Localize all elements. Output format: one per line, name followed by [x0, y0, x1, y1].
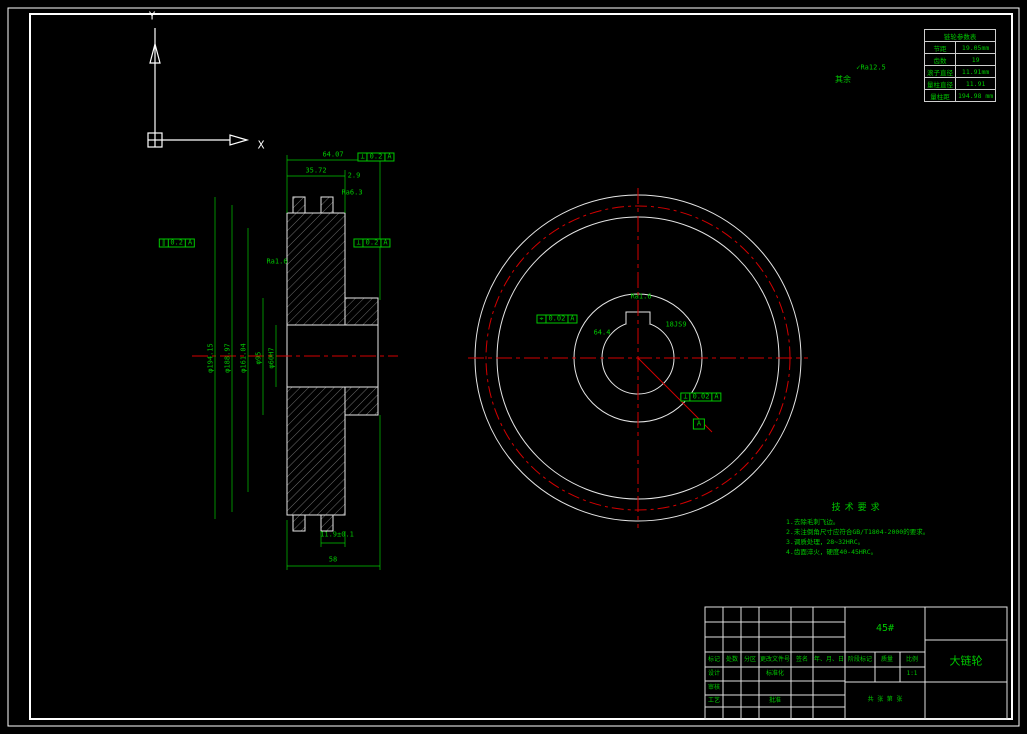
frame-cell: A — [387, 152, 392, 161]
dim-label: 11.9±0.1 — [320, 530, 354, 539]
dim-label: φ188.97 — [223, 343, 232, 373]
frame-cell: ⊥ — [358, 153, 368, 161]
dim-label: Ra1.6 — [630, 292, 652, 301]
param-label: 量柱距 — [924, 89, 956, 102]
dim-label: ✓Ra12.5 — [856, 63, 886, 72]
dim-label: 处数 — [725, 656, 739, 663]
dim-label: φ161.04 — [239, 343, 248, 373]
dim-label: 35.72 — [305, 166, 327, 175]
technical-requirements: 技术要求 1.去除毛刺飞边。 2.未注倒角尺寸应符合GB/T1804-2000的要… — [786, 500, 929, 557]
param-value: 11.91 — [954, 77, 997, 90]
param-label: 量柱直径 — [924, 77, 956, 90]
param-value: 19 — [954, 53, 997, 66]
dim-label: 标记 — [707, 656, 721, 663]
feature-control-frame: ⊥ 0.2 A — [357, 152, 395, 162]
tech-requirements-title: 技术要求 — [831, 503, 884, 513]
param-row: 量柱距 194.98 mm — [924, 89, 997, 102]
frame-cell: ⌖ — [537, 315, 547, 323]
frame-cell: A — [187, 238, 193, 247]
frame-cell: A — [383, 238, 388, 247]
tech-item: 1.去除毛刺飞边。 — [786, 518, 840, 526]
param-row: 节距 19.05mm — [924, 41, 997, 54]
dim-label: 设计 — [707, 670, 721, 677]
param-row: 滚子直径 11.91mm — [924, 65, 997, 78]
feature-control-frame: ∥ 0.2 A — [158, 238, 196, 248]
front-view — [468, 188, 808, 528]
param-value: 19.05mm — [954, 41, 997, 54]
frame-cell: 0.02 — [546, 315, 569, 323]
frame-cell: ∥ — [160, 239, 169, 247]
dim-label: 标准化 — [765, 670, 785, 677]
dim-label: φ194.15 — [206, 343, 215, 373]
frame-cell: A — [714, 392, 719, 401]
dim-label: 审核 — [707, 684, 721, 691]
dim-label: 比例 — [905, 656, 919, 663]
dim-label: 年、月、日 — [813, 656, 845, 663]
ucs-icon — [147, 28, 250, 148]
dim-label: 批准 — [768, 697, 782, 704]
feature-control-frame: ⌖ 0.02 A — [536, 314, 578, 324]
dim-label: 1:1 — [906, 670, 918, 677]
drawing-canvas — [7, 7, 1020, 727]
feature-control-frame: ⊥ 0.02 A — [680, 392, 722, 402]
dim-label: 64.4 — [593, 328, 611, 337]
param-value: 11.91mm — [954, 65, 997, 78]
dim-label: 分区 — [743, 656, 757, 663]
tech-item: 2.未注倒角尺寸应符合GB/T1804-2000的要求。 — [786, 528, 930, 536]
tech-item: 4.齿面淬火，硬度40-45HRC。 — [786, 548, 878, 556]
tech-item: 3.调质处理，28~32HRC。 — [786, 538, 865, 546]
cad-drawing-sheet: 链轮参数表 节距 19.05mm 齿数 19 滚子直径 11.91mm 量柱直径 11.91 量… — [0, 0, 1027, 734]
frame-cell: A — [570, 314, 575, 323]
param-label: 节距 — [924, 41, 956, 54]
dim-label: φ60H7 — [267, 347, 276, 369]
param-label: 滚子直径 — [924, 65, 956, 78]
dim-label: Ra1.6 — [266, 257, 288, 266]
dim-label: 质量 — [880, 656, 894, 663]
dim-label: φ95 — [254, 351, 263, 365]
dim-label: X — [257, 138, 265, 152]
dim-label: 2.9 — [347, 171, 361, 180]
param-row: 量柱直径 11.91 — [924, 77, 997, 90]
dim-label: 阶段标记 — [847, 656, 873, 663]
frame-cell: 0.2 — [364, 239, 382, 247]
feature-control-frame: ⊥ 0.2 A — [353, 238, 391, 248]
dim-label: 其余 — [835, 75, 851, 84]
param-value: 194.98 mm — [954, 89, 997, 102]
dim-label: Y — [148, 9, 156, 23]
frame-cell: ⊥ — [354, 239, 364, 247]
dim-label: 58 — [328, 555, 338, 564]
dim-label: 大链轮 — [949, 654, 983, 668]
dim-label: 工艺 — [707, 697, 721, 704]
param-label: 齿数 — [924, 53, 956, 66]
dim-label: 18JS9 — [665, 320, 687, 329]
frame-cell: 0.2 — [168, 239, 186, 247]
frame-cell: 0.2 — [368, 153, 386, 161]
dim-label: 共 张 第 张 — [867, 696, 903, 703]
frame-cell: 0.02 — [691, 393, 713, 401]
param-table-title: 链轮参数表 — [923, 29, 997, 42]
dim-label: 45# — [875, 623, 895, 634]
dim-label: 签名 — [795, 656, 809, 663]
dim-label: Ra6.3 — [341, 188, 363, 197]
datum-box: A — [692, 418, 706, 430]
sheet-frame — [7, 7, 1020, 727]
frame-cell: ⊥ — [681, 393, 691, 401]
sprocket-parameter-table: 链轮参数表 节距 19.05mm 齿数 19 滚子直径 11.91mm 量柱直径 11.91 量… — [923, 29, 997, 102]
dim-label: 64.07 — [322, 150, 344, 159]
dim-label: 更改文件号 — [759, 656, 791, 663]
param-row: 齿数 19 — [924, 53, 997, 66]
